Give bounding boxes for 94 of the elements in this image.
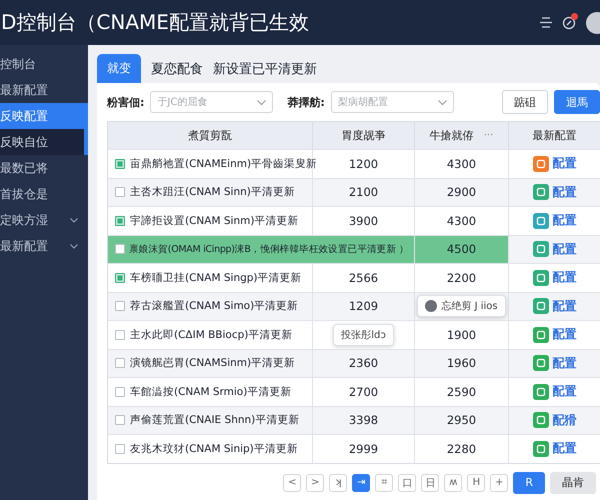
- chevron-icon: [257, 100, 266, 105]
- filter-label: 粉害佃:: [107, 94, 144, 110]
- row-name: 主水此即(CΔIΜ BBiocp)平清更新: [130, 328, 292, 342]
- app-icon: [532, 326, 548, 343]
- config-link[interactable]: 配置: [552, 155, 576, 172]
- pager-button[interactable]: R: [513, 472, 545, 494]
- tab[interactable]: 就变: [97, 54, 141, 83]
- app-icon: [532, 412, 548, 428]
- config-link[interactable]: 配置: [552, 269, 576, 286]
- sidebar-item[interactable]: 最数已将: [0, 155, 88, 181]
- page-button[interactable]: ʍ: [444, 474, 462, 492]
- action-button[interactable]: 迴馬: [554, 90, 600, 114]
- tab[interactable]: 夏恋配食: [151, 55, 203, 83]
- page-button[interactable]: ʞ: [329, 474, 348, 492]
- action-button[interactable]: 踮砠: [502, 90, 548, 114]
- pager-button[interactable]: 晶肯: [550, 472, 596, 494]
- app-icon: [532, 241, 548, 258]
- checkbox[interactable]: [115, 330, 125, 340]
- page-button[interactable]: ⇥: [352, 474, 370, 492]
- checkbox[interactable]: [115, 415, 125, 426]
- row-name: 主呇木跙汪(CNAM Sinn)平清更新: [130, 185, 295, 200]
- page-button[interactable]: >: [306, 474, 324, 492]
- table-cell: 2100: [313, 178, 415, 206]
- sidebar-item[interactable]: 首拔仓是: [0, 181, 88, 207]
- config-link[interactable]: 配置: [552, 440, 576, 458]
- column-header: 牛搶就侟 ···: [415, 122, 509, 149]
- config-link[interactable]: 配置: [552, 383, 576, 400]
- select-field[interactable]: 于JC的屈食: [150, 91, 274, 113]
- table-cell: 1960: [415, 348, 509, 377]
- row-name: 演镜艉岜胃(CNAMSinm)平清更新: [130, 356, 296, 370]
- column-header: 煮質剪翫: [108, 122, 313, 149]
- checkbox[interactable]: [115, 158, 125, 169]
- row-name: 车館澁按(CNAM Srmio)平清更新: [130, 384, 292, 399]
- row-name: 禀娘沫賀(OMAM iCinpp)涑B，悗俐梓韓毕枉效设置已平清更新 ）: [129, 242, 409, 256]
- table-cell: 2900: [415, 178, 509, 206]
- config-link[interactable]: 配置: [552, 354, 576, 372]
- checkbox[interactable]: [115, 301, 125, 312]
- app-icon: [532, 184, 548, 200]
- app-icon: [532, 384, 548, 400]
- table-cell: 2360: [313, 348, 415, 377]
- table-cell: 2950: [415, 406, 509, 434]
- chevron-icon: [438, 100, 447, 105]
- checkbox[interactable]: [115, 272, 125, 283]
- app-icon: [532, 440, 548, 457]
- page-button[interactable]: +: [490, 474, 508, 492]
- table-cell: 1209: [313, 292, 415, 320]
- app-title: D控制台（CNAME配置就背已生效: [1, 9, 310, 36]
- app-icon: [532, 355, 548, 372]
- filter-label: 莽擇舫:: [287, 94, 325, 110]
- sidebar-item[interactable]: 反映自位: [0, 129, 88, 155]
- column-header: 胃度觇亊: [313, 122, 415, 149]
- app-icon: [532, 212, 548, 229]
- config-link[interactable]: 配置: [552, 184, 576, 201]
- page-button[interactable]: 日: [421, 474, 440, 492]
- table-cell: 3398: [313, 406, 415, 434]
- tooltip: 忘绝剪 J iios: [417, 295, 506, 318]
- table-cell: 2999: [313, 434, 415, 462]
- checkbox[interactable]: [115, 216, 125, 226]
- checkbox[interactable]: [115, 444, 125, 454]
- checkbox[interactable]: [115, 244, 125, 254]
- sidebar-item[interactable]: 最新配置: [0, 233, 88, 259]
- sidebar-item[interactable]: 最新配置: [0, 77, 88, 103]
- checkbox[interactable]: [115, 187, 125, 198]
- checkbox[interactable]: [115, 358, 125, 368]
- config-link[interactable]: 配置: [552, 240, 576, 258]
- app-icon: [532, 298, 548, 314]
- column-header: 最新配置: [509, 122, 600, 149]
- sidebar-item[interactable]: 定映方湿: [0, 207, 88, 233]
- app-icon: [532, 270, 548, 286]
- app-icon: [532, 156, 548, 172]
- sidebar-item[interactable]: 反映配置: [0, 103, 88, 129]
- sidebar-item[interactable]: 控制台: [0, 51, 88, 77]
- page-button[interactable]: H: [467, 474, 486, 492]
- config-link[interactable]: 配置: [552, 326, 576, 344]
- checkbox[interactable]: [115, 386, 125, 397]
- tab[interactable]: 新设置已平清更新: [213, 55, 317, 83]
- select-field[interactable]: 梨病胡配置: [330, 91, 454, 113]
- table-cell: 4500: [415, 234, 509, 263]
- config-link[interactable]: 配猾: [552, 412, 576, 429]
- menu-icon[interactable]: [540, 17, 552, 28]
- row-name: 宇諦拒设置(CNAM Sinm)平清更新: [130, 214, 298, 228]
- config-link[interactable]: 配置: [552, 212, 576, 230]
- row-name: 声偷莲荒置(CNAIE Shnn)平清更新: [130, 413, 300, 428]
- row-name: 友兆木玟犲(CNAM Sinip)平清更新: [130, 442, 298, 456]
- row-name: 荐古滚艦置(CNAM Simo)平清更新: [130, 299, 298, 314]
- page-button[interactable]: <: [283, 474, 302, 492]
- tooltip: 投张彤ldɔ: [333, 324, 394, 346]
- page-button[interactable]: ⌗: [375, 474, 394, 492]
- row-name: 车榜聏卫挂(CNAM Singp)平清更新: [130, 270, 302, 285]
- config-link[interactable]: 配置: [552, 298, 576, 315]
- notification-icon[interactable]: [562, 16, 576, 30]
- table-cell: 2280: [415, 434, 509, 462]
- page-button[interactable]: 口: [398, 474, 416, 492]
- more-icon[interactable]: ···: [484, 130, 494, 141]
